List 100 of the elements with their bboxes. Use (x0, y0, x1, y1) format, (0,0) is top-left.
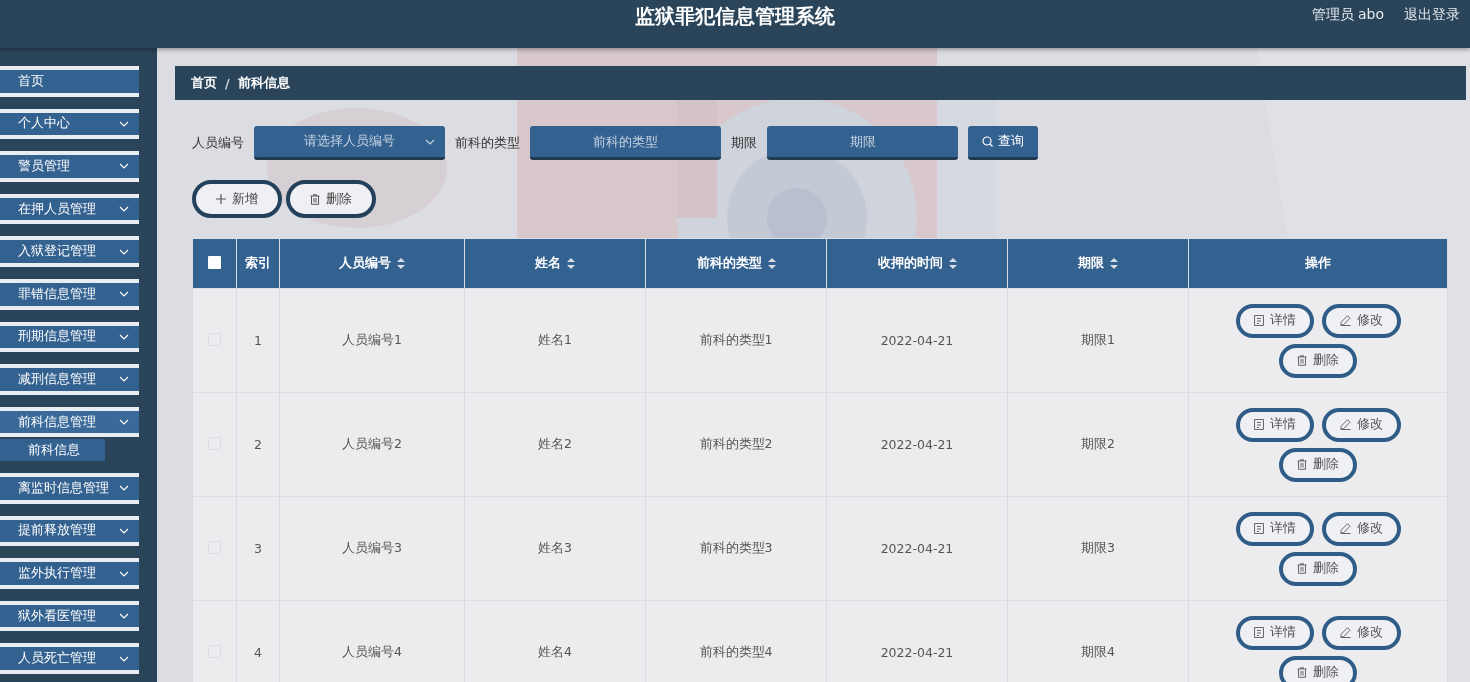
table-cell: 前科的类型3 (699, 540, 773, 555)
chevron-down-icon (119, 376, 129, 383)
table-cell: 期限1 (1081, 332, 1115, 347)
pencil-icon (1339, 627, 1351, 638)
delete-button[interactable]: 删除 (1279, 447, 1357, 482)
table-cell: 期限2 (1081, 436, 1115, 451)
document-icon (1253, 419, 1264, 430)
table-cell: 2022-04-21 (880, 541, 954, 556)
table-cell: 姓名3 (538, 540, 572, 555)
detail-button[interactable]: 详情 (1235, 303, 1314, 338)
table-cell: 人员编号3 (342, 540, 402, 555)
chevron-down-icon (119, 655, 129, 662)
chevron-down-icon (119, 613, 129, 620)
sidebar-item[interactable]: 提前释放管理 (0, 515, 139, 547)
detail-button[interactable]: 详情 (1235, 615, 1314, 650)
table-cell: 姓名2 (538, 436, 572, 451)
user-name: 管理员 abo (1311, 6, 1384, 24)
edit-button[interactable]: 修改 (1321, 303, 1401, 338)
column-header[interactable]: 人员编号 (339, 255, 405, 272)
delete-button[interactable]: 删除 (1279, 343, 1357, 378)
edit-button[interactable]: 修改 (1321, 511, 1401, 546)
column-header: 索引 (245, 255, 271, 272)
table-cell: 期限4 (1081, 644, 1115, 659)
delete-button[interactable]: 删除 (1279, 551, 1357, 586)
table-cell: 2022-04-21 (880, 333, 954, 348)
chevron-down-icon (119, 333, 129, 340)
sort-icon (767, 258, 776, 269)
sort-icon (1110, 258, 1118, 269)
sort-icon (397, 258, 405, 269)
sidebar-subitem[interactable]: 前科信息 (0, 439, 105, 462)
select-all-checkbox[interactable] (208, 255, 221, 269)
logout-link[interactable]: 退出登录 (1404, 6, 1460, 24)
table-cell: 4 (254, 645, 262, 660)
delete-button[interactable]: 删除 (286, 180, 376, 218)
trash-icon (310, 193, 320, 205)
select-field[interactable]: 请选择人员编号 (254, 126, 445, 160)
chevron-down-icon (119, 248, 129, 255)
sidebar-item[interactable]: 人员死亡管理 (0, 643, 139, 675)
detail-button[interactable]: 详情 (1235, 407, 1314, 442)
chevron-down-icon (119, 206, 129, 213)
trash-icon (1297, 563, 1307, 574)
table-cell: 2022-04-21 (880, 645, 954, 660)
table-cell: 姓名1 (538, 332, 572, 347)
document-icon (1253, 523, 1264, 534)
detail-button[interactable]: 详情 (1235, 511, 1314, 546)
table-cell: 前科的类型1 (699, 332, 773, 347)
trash-icon (1297, 459, 1307, 470)
trash-icon (1297, 667, 1307, 678)
field-label: 人员编号 (192, 134, 244, 152)
chevron-down-icon (119, 419, 129, 426)
sidebar-item[interactable]: 警员管理 (0, 151, 139, 182)
sidebar-item[interactable]: 罪错信息管理 (0, 278, 139, 310)
sidebar-item[interactable]: 狱外看医管理 (0, 600, 139, 632)
table-cell: 1 (254, 333, 262, 348)
field-label: 期限 (731, 134, 757, 152)
app-title: 监狱罪犯信息管理系统 (635, 3, 835, 30)
edit-button[interactable]: 修改 (1321, 615, 1401, 650)
table-cell: 人员编号1 (342, 332, 402, 347)
sidebar-item[interactable]: 刑期信息管理 (0, 321, 139, 353)
chevron-down-icon (119, 485, 129, 492)
sidebar-item[interactable]: 个人中心 (0, 108, 139, 140)
table-cell: 期限3 (1081, 540, 1115, 555)
chevron-down-icon (119, 120, 129, 127)
table-cell: 人员编号2 (342, 436, 402, 451)
table-cell: 姓名4 (538, 644, 572, 659)
chevron-down-icon (119, 570, 129, 577)
search-button[interactable]: 查询 (968, 126, 1038, 160)
column-header: 操作 (1305, 255, 1331, 272)
table-cell: 3 (254, 541, 262, 556)
table-cell: 前科的类型4 (699, 644, 773, 659)
sidebar-item[interactable]: 首页 (0, 66, 139, 97)
add-button[interactable]: 新增 (192, 180, 282, 218)
chevron-down-icon (119, 528, 129, 534)
sort-icon (567, 258, 575, 269)
pencil-icon (1339, 523, 1351, 534)
column-header[interactable]: 前科的类型 (696, 255, 776, 272)
sidebar-item[interactable]: 入狱登记管理 (0, 236, 139, 267)
input-field[interactable]: 期限 (767, 126, 958, 160)
sidebar-item[interactable]: 减刑信息管理 (0, 364, 139, 395)
breadcrumb-item[interactable]: 首页 (191, 74, 217, 92)
delete-button[interactable]: 删除 (1279, 655, 1357, 682)
table-cell: 2 (254, 437, 262, 452)
edit-button[interactable]: 修改 (1321, 407, 1401, 442)
table-cell: 前科的类型2 (699, 436, 773, 451)
column-header[interactable]: 收押的时间 (877, 255, 957, 272)
plus-icon (216, 194, 226, 204)
field-label: 前科的类型 (455, 134, 520, 152)
column-header[interactable]: 期限 (1078, 255, 1118, 272)
sidebar-item[interactable]: 离监时信息管理 (0, 473, 139, 504)
chevron-down-icon (425, 138, 435, 145)
input-field[interactable]: 前科的类型 (530, 126, 721, 160)
column-header[interactable]: 姓名 (535, 255, 575, 272)
sidebar-item[interactable]: 监外执行管理 (0, 558, 139, 589)
table-cell: 人员编号4 (342, 644, 402, 659)
pencil-icon (1339, 419, 1351, 430)
document-icon (1253, 627, 1264, 638)
sidebar-item[interactable]: 前科信息管理 (0, 406, 139, 438)
sidebar-item[interactable]: 在押人员管理 (0, 193, 139, 225)
pencil-icon (1339, 315, 1351, 326)
trash-icon (1297, 355, 1307, 366)
